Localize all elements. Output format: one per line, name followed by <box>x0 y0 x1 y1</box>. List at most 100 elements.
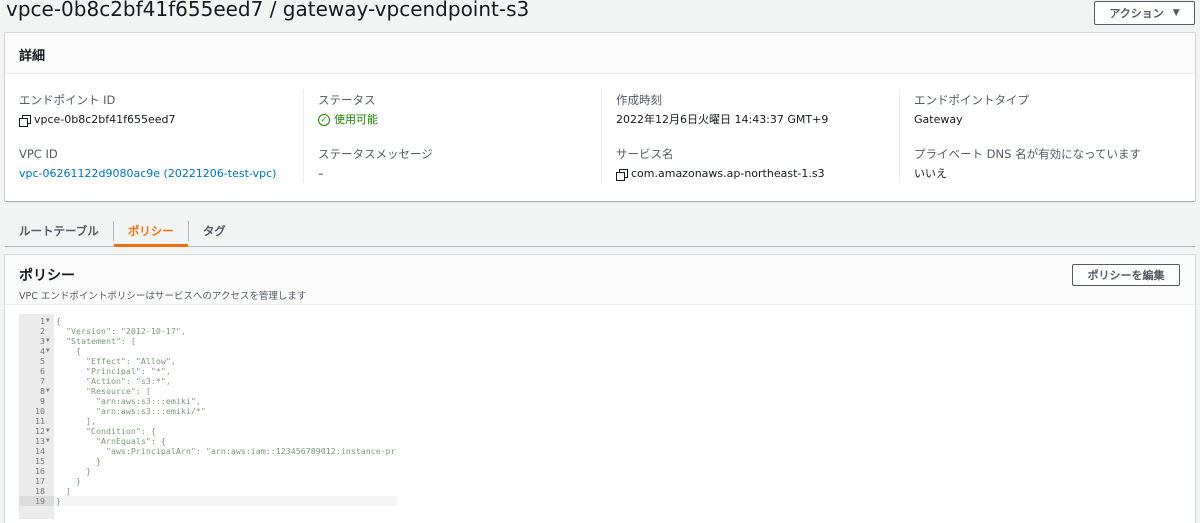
line-number: 18 <box>35 486 45 496</box>
details-column-2: ステータス ✓ 使用可能 ステータスメッセージ – <box>303 89 601 183</box>
copy-icon[interactable] <box>616 168 628 181</box>
details-panel: 詳細 エンドポイント ID vpce-0b8c2bf41f655eed7 VPC… <box>5 33 1195 201</box>
code-line: 13 ▼ "ArnEquals": { <box>19 436 397 446</box>
created-label: 作成時刻 <box>616 93 662 107</box>
vpc-id-label: VPC ID <box>19 147 58 161</box>
code-line: 10 "arn:aws:s3:::emiki/*" <box>19 406 397 416</box>
code-text: "ArnEquals": { <box>56 436 166 446</box>
code-text: "Action": "s3:*", <box>56 376 171 386</box>
endpoint-id-value: vpce-0b8c2bf41f655eed7 <box>34 113 176 126</box>
line-number: 6 <box>40 366 45 376</box>
code-text: "Version": "2012-10-17", <box>56 326 186 336</box>
copy-icon[interactable] <box>19 114 31 127</box>
code-text: { <box>56 346 81 356</box>
code-text: "Principal": "*", <box>56 366 171 376</box>
service-name-value: com.amazonaws.ap-northeast-1.s3 <box>631 167 825 180</box>
vpc-id-link[interactable]: vpc-06261122d9080ac9e (20221206-test-vpc… <box>19 167 289 181</box>
details-heading: 詳細 <box>5 33 1195 74</box>
code-text: ] <box>56 486 71 496</box>
code-line: 3 ▼ "Statement": [ <box>19 336 397 346</box>
line-number: 16 <box>35 466 45 476</box>
code-text: } <box>56 476 81 486</box>
line-number: 4 <box>40 346 45 356</box>
policy-title: ポリシー <box>19 268 75 284</box>
policy-code-editor[interactable]: 1 ▼{2 "Version": "2012-10-17", 3 ▼ "Stateme… <box>19 314 397 519</box>
private-dns-value: いいえ <box>914 167 947 180</box>
line-number: 9 <box>40 396 45 406</box>
line-number: 17 <box>35 476 45 486</box>
fold-toggle-icon[interactable]: ▼ <box>46 316 50 326</box>
private-dns-label: プライベート DNS 名が有効になっています <box>914 147 1141 161</box>
code-text: { <box>56 316 61 326</box>
code-text: "aws:PrincipalArn": "arn:aws:iam::123456… <box>56 446 396 456</box>
line-number: 11 <box>35 416 45 426</box>
actions-button-label: アクション <box>1109 7 1164 20</box>
policy-description: VPC エンドポイントポリシーはサービスへのアクセスを管理します <box>19 291 307 302</box>
code-line: 17 } <box>19 476 397 486</box>
code-text: } <box>56 456 101 466</box>
code-line: 7 "Action": "s3:*", <box>19 376 397 386</box>
endpoint-type-label: エンドポイントタイプ <box>914 93 1029 107</box>
code-line: 11 ], <box>19 416 397 426</box>
service-name-label: サービス名 <box>616 147 674 161</box>
line-number: 5 <box>40 356 45 366</box>
line-number: 8 <box>40 386 45 396</box>
details-column-1: エンドポイント ID vpce-0b8c2bf41f655eed7 VPC ID… <box>5 89 303 183</box>
fold-toggle-icon[interactable]: ▼ <box>46 386 50 396</box>
code-line: 4 ▼ { <box>19 346 397 356</box>
fold-toggle-icon[interactable]: ▼ <box>46 426 50 436</box>
code-line: 9 "arn:aws:s3:::emiki", <box>19 396 397 406</box>
code-text: "arn:aws:s3:::emiki/*" <box>56 406 206 416</box>
actions-dropdown-button[interactable]: アクション ▼ <box>1094 1 1195 25</box>
code-line: 16 } <box>19 466 397 476</box>
line-number: 2 <box>40 326 45 336</box>
line-number: 15 <box>35 456 45 466</box>
code-text: "Effect": "Allow", <box>56 356 176 366</box>
status-message-label: ステータスメッセージ <box>318 147 433 161</box>
code-line: 18 ] <box>19 486 397 496</box>
edit-policy-button[interactable]: ポリシーを編集 <box>1072 264 1180 286</box>
code-line: 12 ▼ "Condition": { <box>19 426 397 436</box>
policy-panel: ポリシー VPC エンドポイントポリシーはサービスへのアクセスを管理します ポリ… <box>5 255 1195 523</box>
fold-toggle-icon[interactable]: ▼ <box>46 436 50 446</box>
line-number: 3 <box>40 336 45 346</box>
status-label: ステータス <box>318 93 376 107</box>
tab-bar: ルートテーブル ポリシー タグ <box>5 217 1195 247</box>
code-line: 6 "Principal": "*", <box>19 366 397 376</box>
code-line: 8 ▼ "Resource": [ <box>19 386 397 396</box>
details-column-3: 作成時刻 2022年12月6日火曜日 14:43:37 GMT+9 サービス名 … <box>601 89 899 183</box>
status-check-icon: ✓ <box>318 114 330 126</box>
tab-route-tables[interactable]: ルートテーブル <box>5 217 113 246</box>
code-line: 1 ▼ { <box>19 316 397 326</box>
code-text: ], <box>56 416 96 426</box>
page-header: vpce-0b8c2bf41f655eed7 / gateway-vpcendp… <box>0 0 1200 30</box>
details-column-4: エンドポイントタイプ Gateway プライベート DNS 名が有効になっていま… <box>899 89 1195 183</box>
code-text: } <box>56 496 61 506</box>
caret-down-icon: ▼ <box>1172 8 1180 18</box>
tab-policy[interactable]: ポリシー <box>112 221 188 247</box>
line-number: 7 <box>40 376 45 386</box>
code-line: 5 "Effect": "Allow", <box>19 356 397 366</box>
code-line: 14 "aws:PrincipalArn": "arn:aws:iam::123… <box>19 446 397 456</box>
code-text: } <box>56 466 91 476</box>
line-number: 1 <box>40 316 45 326</box>
endpoint-type-value: Gateway <box>914 113 963 126</box>
created-value: 2022年12月6日火曜日 14:43:37 GMT+9 <box>616 113 829 126</box>
code-text: "Condition": { <box>56 426 156 436</box>
code-text: "Statement": [ <box>56 336 136 346</box>
status-message-value: – <box>318 167 324 180</box>
code-text: "Resource": [ <box>56 386 151 396</box>
code-line: 2 "Version": "2012-10-17", <box>19 326 397 336</box>
line-number: 10 <box>35 406 45 416</box>
code-text: "arn:aws:s3:::emiki", <box>56 396 201 406</box>
line-number: 14 <box>35 446 45 456</box>
code-line: 15 } <box>19 456 397 466</box>
tab-tags[interactable]: タグ <box>187 221 240 241</box>
status-value: 使用可能 <box>334 113 378 126</box>
line-number: 13 <box>35 436 45 446</box>
page-title: vpce-0b8c2bf41f655eed7 / gateway-vpcendp… <box>6 0 530 21</box>
line-number: 12 <box>35 426 45 436</box>
line-number: 19 <box>35 496 45 506</box>
fold-toggle-icon[interactable]: ▼ <box>46 346 50 356</box>
fold-toggle-icon[interactable]: ▼ <box>46 336 50 346</box>
